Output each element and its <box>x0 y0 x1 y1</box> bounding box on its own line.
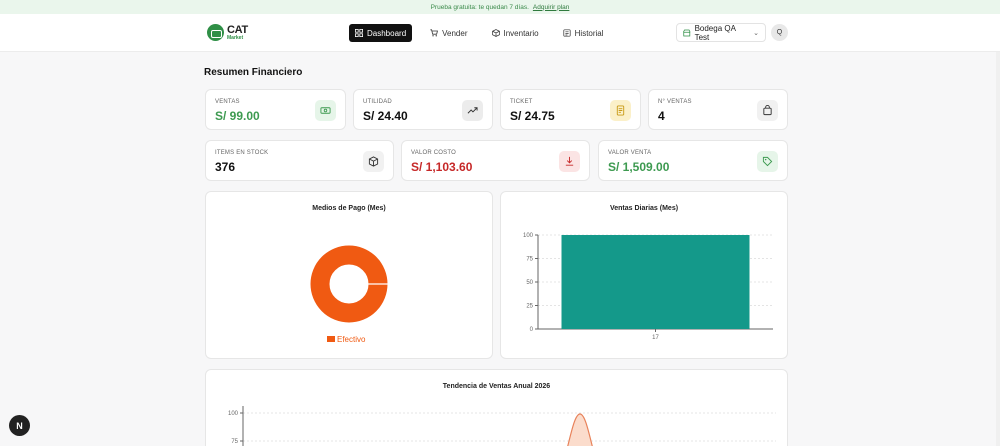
stat-label: VENTAS <box>215 99 240 105</box>
stat-value: 376 <box>215 160 236 174</box>
stat-card-num-ventas: N° VENTAS 4 <box>648 89 788 130</box>
stat-card-ticket: TICKET S/ 24.75 <box>500 89 641 130</box>
bar <box>561 235 750 329</box>
nav-historial[interactable]: Historial <box>557 24 610 42</box>
stat-label: TICKET <box>510 99 533 105</box>
brand-name: CAT <box>227 23 248 36</box>
page-title: Resumen Financiero <box>204 67 303 78</box>
buy-plan-link[interactable]: Adquirir plan <box>533 4 570 11</box>
y-tick-label: 75 <box>231 439 238 445</box>
scrollbar[interactable] <box>996 52 1000 446</box>
bag-icon <box>757 100 778 121</box>
stat-value: S/ 1,509.00 <box>608 160 670 174</box>
promo-banner: Prueba gratuita: te quedan 7 días. Adqui… <box>0 0 1000 14</box>
grid-icon <box>355 29 363 37</box>
stat-card-valor-venta: VALOR VENTA S/ 1,509.00 <box>598 140 788 181</box>
cart-logo-icon <box>207 24 224 41</box>
history-icon <box>563 29 571 37</box>
legend-label: Efectivo <box>337 335 366 344</box>
top-navbar: CAT Market Dashboard Vender Inventario H… <box>0 14 1000 52</box>
nav-inventario[interactable]: Inventario <box>486 24 545 42</box>
payment-methods-card: Medios de Pago (Mes) Efectivo <box>205 191 493 359</box>
y-tick-label: 100 <box>228 411 239 417</box>
payment-methods-chart: Efectivo <box>310 245 388 344</box>
y-tick-label: 50 <box>526 280 533 286</box>
stat-value: S/ 99.00 <box>215 109 260 123</box>
nav-dashboard[interactable]: Dashboard <box>349 24 413 42</box>
cart-icon <box>430 29 439 37</box>
stat-card-utilidad: UTILIDAD S/ 24.40 <box>353 89 493 130</box>
stat-value: 4 <box>658 109 665 123</box>
trend-area <box>567 413 593 446</box>
stat-value: S/ 24.40 <box>363 109 408 123</box>
receipt-icon <box>610 100 631 121</box>
user-avatar[interactable]: Q <box>771 24 788 41</box>
cash-icon <box>315 100 336 121</box>
nav-vender[interactable]: Vender <box>424 24 473 42</box>
stat-label: UTILIDAD <box>363 99 392 105</box>
y-tick-label: 100 <box>523 233 534 239</box>
stat-card-ventas: VENTAS S/ 99.00 <box>205 89 346 130</box>
nav-dashboard-label: Dashboard <box>367 28 407 38</box>
brand-subtitle: Market <box>227 34 244 41</box>
chevron-down-icon: ⌄ <box>753 29 759 37</box>
stat-card-valor-costo: VALOR COSTO S/ 1,103.60 <box>401 140 590 181</box>
store-name: Bodega QA Test <box>694 23 736 42</box>
cube-icon <box>363 151 384 172</box>
promo-text: Prueba gratuita: te quedan 7 días. <box>430 3 529 11</box>
main-nav: Dashboard Vender Inventario Historial <box>349 24 610 42</box>
stat-value: S/ 1,103.60 <box>411 160 473 174</box>
y-tick-label: 0 <box>530 327 534 333</box>
y-tick-label: 75 <box>526 257 533 263</box>
brand-logo[interactable]: CAT Market <box>207 24 248 41</box>
nav-vender-label: Vender <box>442 28 468 38</box>
stat-value: S/ 24.75 <box>510 109 555 123</box>
legend-swatch <box>327 336 335 342</box>
annual-trend-card: Tendencia de Ventas Anual 2026 75 100 <box>205 369 788 446</box>
store-selector[interactable]: Bodega QA Test ⌄ <box>676 23 766 42</box>
stat-label: VALOR VENTA <box>608 150 652 156</box>
stat-label: ITEMS EN STOCK <box>215 150 269 156</box>
next-dev-badge[interactable]: N <box>9 415 30 436</box>
annual-trend-chart: 75 100 <box>228 406 776 446</box>
store-icon <box>683 29 691 36</box>
daily-sales-card: Ventas Diarias (Mes) 0 25 50 75 100 17 <box>500 191 788 359</box>
daily-sales-chart: 0 25 50 75 100 17 <box>523 233 773 341</box>
stat-label: N° VENTAS <box>658 99 692 105</box>
nav-inventario-label: Inventario <box>503 28 539 38</box>
tag-icon <box>757 151 778 172</box>
nav-historial-label: Historial <box>574 28 604 38</box>
box-icon <box>491 29 500 37</box>
trend-up-icon <box>462 100 483 121</box>
stat-label: VALOR COSTO <box>411 150 456 156</box>
download-icon <box>559 151 580 172</box>
y-tick-label: 25 <box>526 304 533 310</box>
stat-card-items-stock: ITEMS EN STOCK 376 <box>205 140 394 181</box>
x-tick-label: 17 <box>652 335 659 341</box>
